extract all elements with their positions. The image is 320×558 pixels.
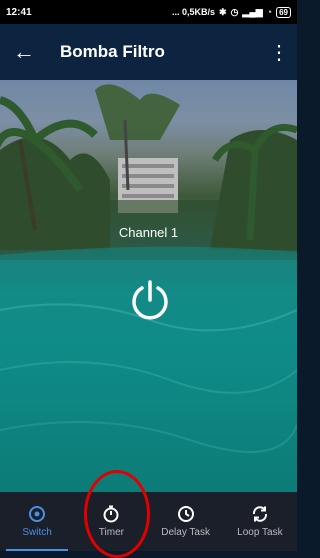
background-image: Channel 1 <box>0 80 297 492</box>
clock-icon <box>177 506 194 522</box>
status-indicators: ... 0,5KB/s ✱ ◷ ▂▄▆ ◔ 69 <box>171 6 291 18</box>
app-bar: ← Bomba Filtro ⋮ <box>0 24 297 80</box>
page-title: Bomba Filtro <box>60 42 165 61</box>
battery-icon: 69 <box>276 6 291 18</box>
tab-delay-task[interactable]: Delay Task <box>149 492 223 551</box>
annotation-circle <box>84 470 150 558</box>
tab-loop-task[interactable]: Loop Task <box>223 492 297 551</box>
status-bar: 12:41 ... 0,5KB/s ✱ ◷ ▂▄▆ ◔ 69 <box>0 0 297 24</box>
back-arrow-icon[interactable]: ← <box>0 39 48 65</box>
tab-label: Switch <box>22 527 52 538</box>
switch-icon <box>29 506 46 522</box>
more-vert-icon[interactable]: ⋮ <box>261 40 297 65</box>
signal-icon: ▂▄▆ <box>242 6 263 17</box>
status-time: 12:41 <box>6 6 32 18</box>
loop-icon <box>252 506 267 522</box>
channel-label: Channel 1 <box>118 225 179 240</box>
tab-label: Delay Task <box>161 527 210 538</box>
wifi-icon: ◔ <box>266 7 273 17</box>
bluetooth-icon: ✱ <box>219 6 227 17</box>
power-icon[interactable] <box>128 278 172 322</box>
alarm-icon: ◷ <box>230 6 239 17</box>
tab-label: Loop Task <box>237 527 283 538</box>
tab-switch[interactable]: Switch <box>0 492 74 551</box>
network-speed: ... 0,5KB/s <box>171 7 216 17</box>
